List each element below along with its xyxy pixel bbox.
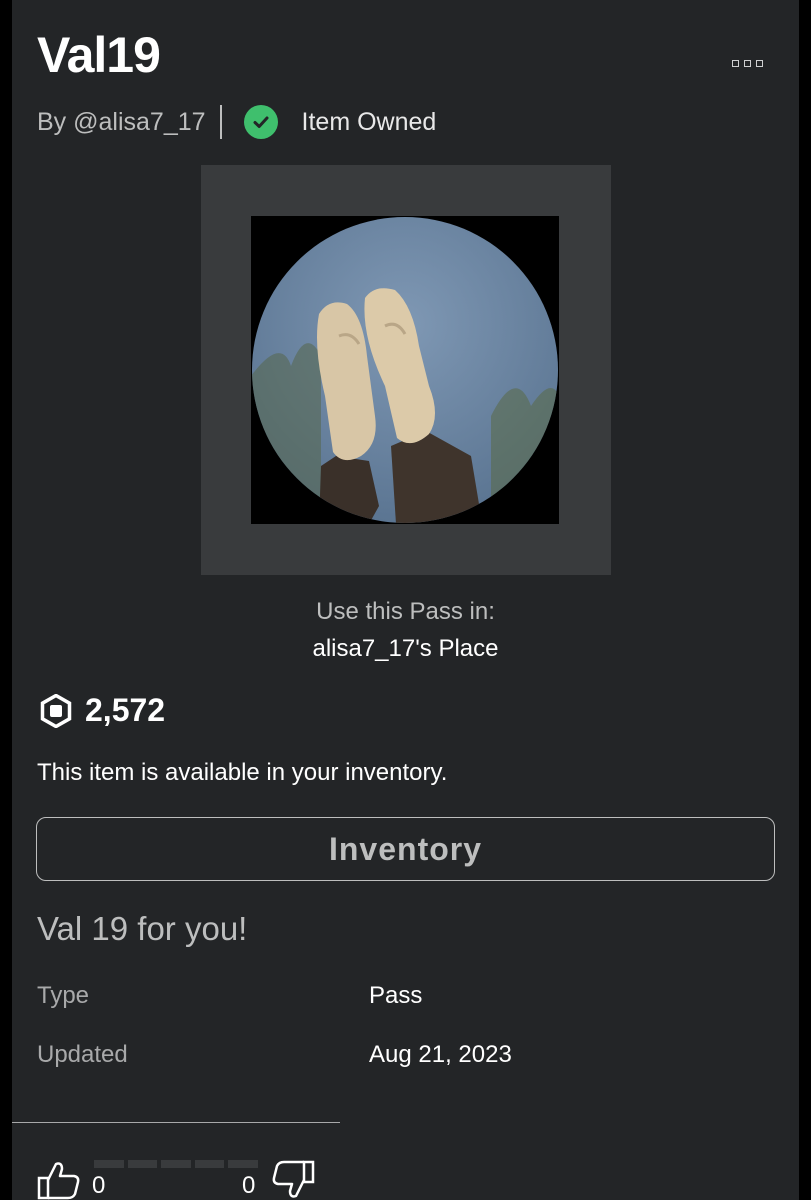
dot-icon [744,60,751,67]
more-options-button[interactable] [732,60,763,67]
place-link[interactable]: alisa7_17's Place [12,635,799,663]
type-value: Pass [369,982,423,1009]
item-thumbnail [251,216,559,524]
checkmark-icon [243,105,278,139]
dot-icon [756,60,763,67]
byline-divider [219,105,222,139]
item-title: Val19 [37,27,161,83]
type-label: Type [37,982,90,1009]
item-details-page: Val19 By @alisa7_17 Item Owned Use this … [12,0,799,1200]
item-thumbnail-frame [201,165,611,575]
vote-ratio-bar [90,1160,262,1168]
robux-icon [39,693,73,728]
item-price: 2,572 [39,692,165,729]
item-description: Val 19 for you! [37,910,248,947]
item-byline: By @alisa7_17 Item Owned [37,100,436,144]
thumbs-up-icon[interactable] [36,1160,82,1200]
section-divider [12,1122,340,1123]
upvote-count: 0 [92,1172,106,1199]
creator-link[interactable]: By @alisa7_17 [37,108,206,137]
updated-value: Aug 21, 2023 [369,1041,512,1068]
thumbs-down-icon[interactable] [270,1160,316,1200]
availability-text: This item is available in your inventory… [37,759,448,786]
downvote-count: 0 [242,1172,256,1199]
use-pass-label: Use this Pass in: [316,598,495,625]
price-amount: 2,572 [85,692,166,728]
inventory-button[interactable]: Inventory [36,817,775,881]
dot-icon [732,60,739,67]
owned-status: Item Owned [301,107,437,136]
updated-label: Updated [37,1041,128,1068]
